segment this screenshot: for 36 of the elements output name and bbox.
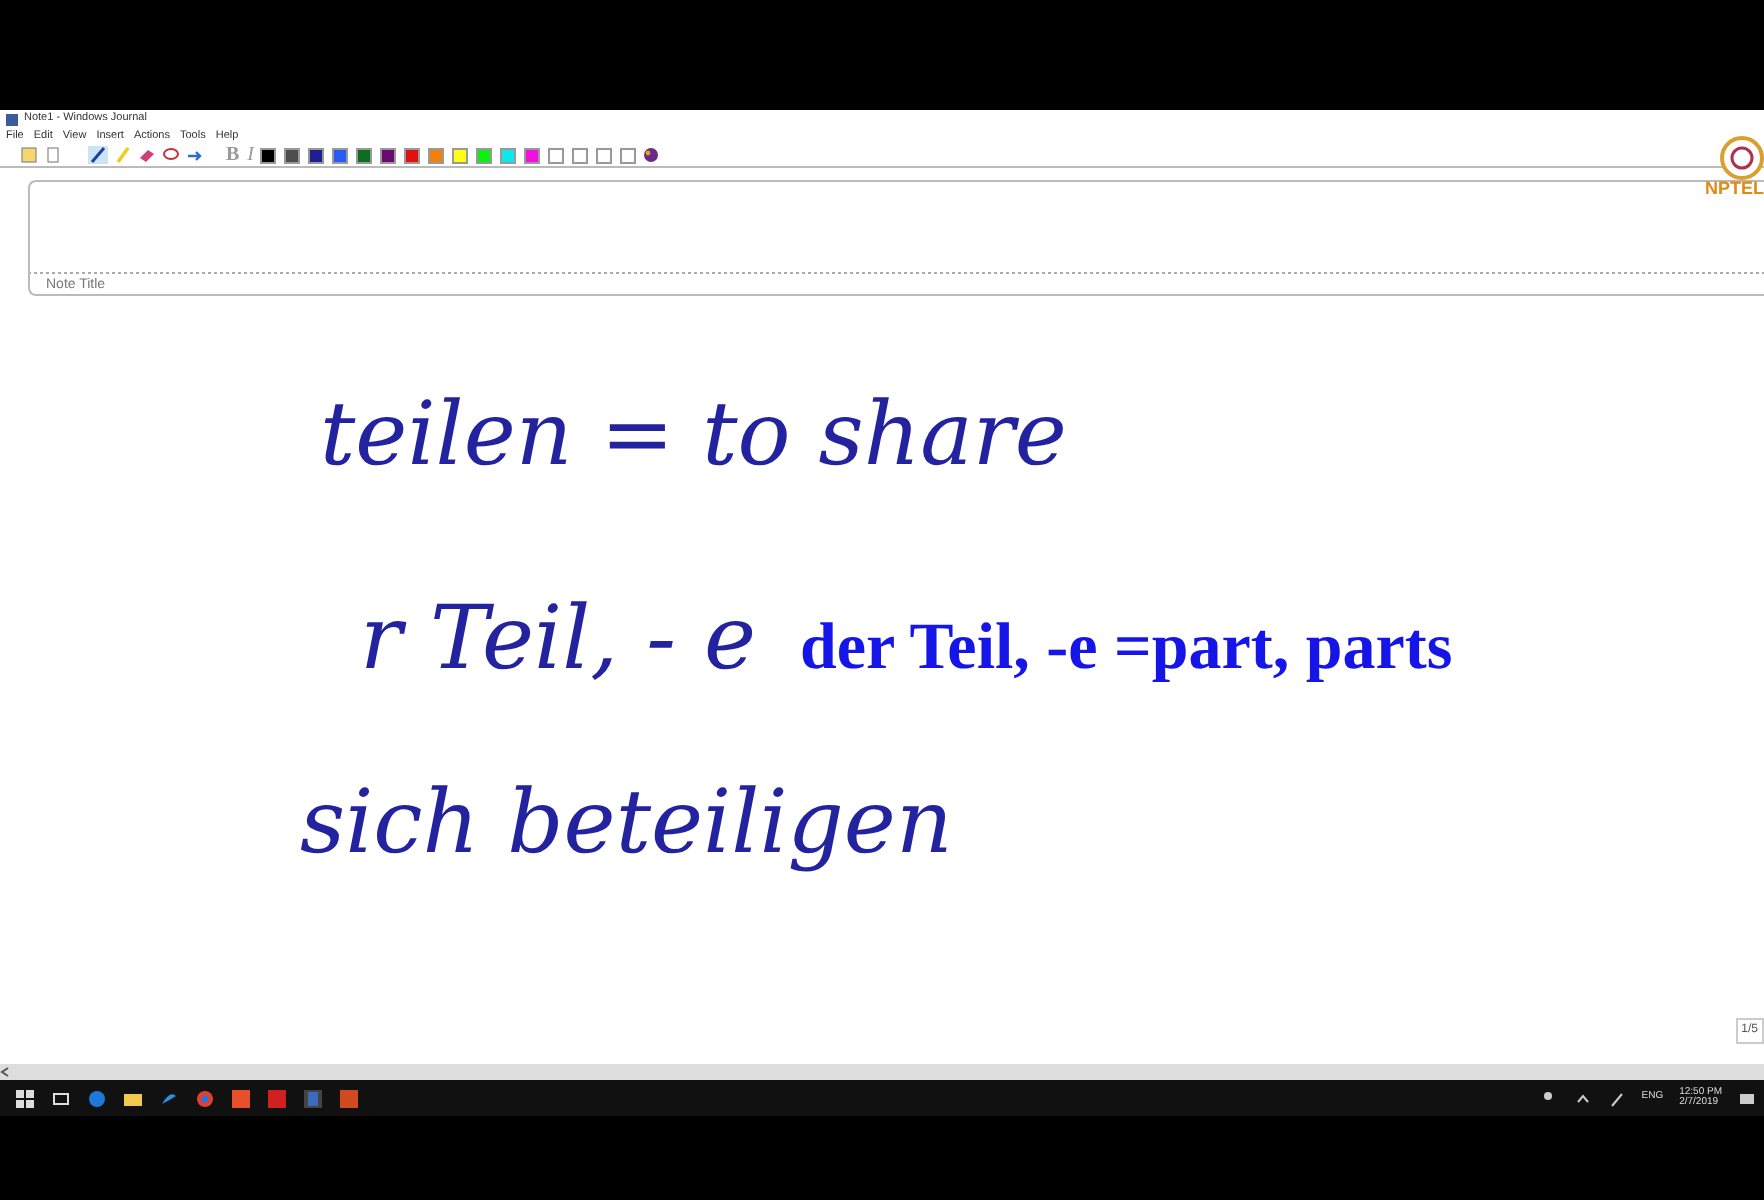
windows-start-icon[interactable] (16, 1089, 34, 1107)
app-icon (6, 113, 18, 125)
folder-icon[interactable] (124, 1089, 142, 1107)
task-view-icon[interactable] (52, 1089, 70, 1107)
insert-space-icon[interactable] (186, 146, 204, 164)
color-swatch[interactable] (452, 147, 469, 163)
color-swatch[interactable] (500, 147, 517, 163)
typed-text: der Teil, -e =part, parts (800, 610, 1453, 688)
handwritten-text: r Teil, - e (360, 596, 756, 684)
color-swatch[interactable] (572, 147, 589, 163)
color-palette-icon[interactable] (642, 146, 661, 164)
color-swatch[interactable] (356, 147, 373, 163)
notification-icon[interactable] (1738, 1089, 1756, 1107)
eraser-icon[interactable] (138, 146, 156, 164)
pen-icon[interactable] (88, 146, 108, 164)
scroll-left-icon[interactable] (0, 1066, 12, 1078)
color-swatch[interactable] (476, 147, 493, 163)
color-swatch[interactable] (524, 147, 541, 163)
color-swatch[interactable] (260, 147, 277, 163)
color-swatch[interactable] (284, 147, 301, 163)
app-icon[interactable] (160, 1089, 178, 1107)
handwritten-text: teilen = to share (320, 392, 1069, 480)
color-swatch[interactable] (596, 147, 613, 163)
handwritten-text: sich beteiligen (300, 779, 955, 867)
color-swatch[interactable] (620, 147, 637, 163)
color-swatch[interactable] (548, 147, 565, 163)
browser-icon[interactable] (88, 1089, 106, 1107)
horizontal-scrollbar[interactable] (0, 1064, 1764, 1080)
chevron-up-icon[interactable] (1573, 1089, 1592, 1107)
color-swatch[interactable] (380, 147, 397, 163)
logo-text: NPTEL (1704, 180, 1764, 198)
lasso-icon[interactable] (162, 146, 180, 164)
color-swatch[interactable] (332, 147, 349, 163)
color-swatch[interactable] (404, 147, 421, 163)
color-swatch[interactable] (428, 147, 445, 163)
color-swatch[interactable] (308, 147, 325, 163)
